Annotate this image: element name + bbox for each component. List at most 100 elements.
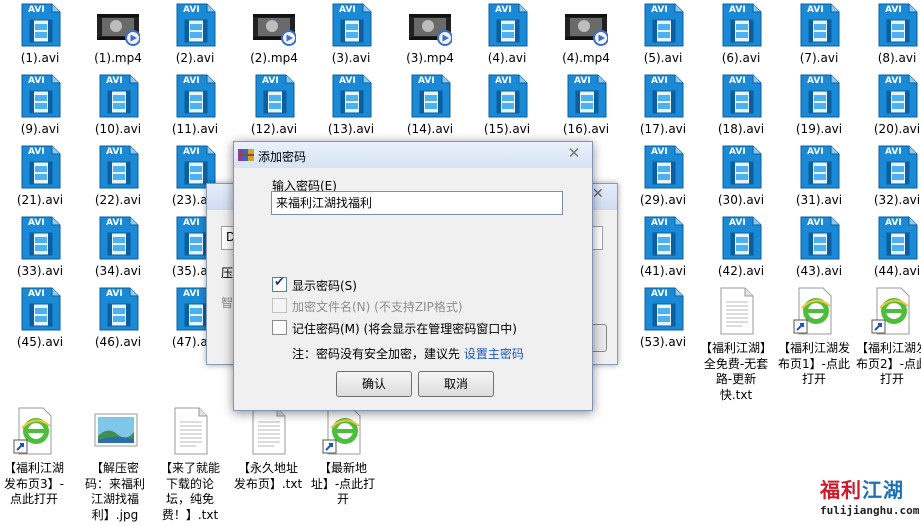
file-item[interactable]: AVI (11).avi — [160, 73, 230, 143]
file-label: (3).avi — [331, 51, 371, 65]
show-password-checkbox[interactable] — [272, 275, 287, 292]
file-item[interactable]: 【来了就能下载的论坛，纯免费！】.txt — [155, 406, 225, 526]
avi-badge: AVI — [651, 5, 668, 15]
file-label: (11).avi — [171, 122, 219, 136]
file-item[interactable]: AVI (34).avi — [83, 215, 153, 285]
file-item[interactable]: AVI (10).avi — [83, 73, 153, 143]
remember-password-checkbox[interactable] — [272, 320, 287, 335]
avi-badge: AVI — [495, 5, 512, 15]
file-item[interactable]: AVI (7).avi — [784, 2, 854, 72]
avi-badge: AVI — [28, 289, 45, 299]
file-item[interactable]: AVI (16).avi — [551, 73, 621, 143]
file-item[interactable]: 【福利江湖发布页1】-点此打开 — [778, 286, 850, 406]
avi-badge: AVI — [807, 76, 824, 86]
avi-file-icon: AVI — [18, 144, 62, 190]
file-item[interactable]: AVI (19).avi — [784, 73, 854, 143]
mp4-video-icon — [564, 2, 608, 48]
avi-file-icon: AVI — [875, 2, 919, 48]
close-icon[interactable]: ✕ — [563, 144, 585, 162]
file-item[interactable]: AVI (33).avi — [5, 215, 75, 285]
file-label: (16).avi — [562, 122, 610, 136]
avi-file-icon: AVI — [641, 144, 685, 190]
file-item[interactable]: AVI (30).avi — [706, 144, 776, 214]
avi-badge: AVI — [885, 147, 902, 157]
avi-file-icon: AVI — [96, 73, 140, 119]
file-item[interactable]: AVI (12).avi — [239, 73, 309, 143]
file-label: (10).avi — [94, 122, 142, 136]
avi-file-icon: AVI — [719, 73, 763, 119]
avi-file-icon: AVI — [719, 215, 763, 261]
file-label: (14).avi — [406, 122, 454, 136]
file-label: (5).avi — [643, 51, 683, 65]
file-item[interactable]: (1).mp4 — [83, 2, 153, 72]
file-item[interactable]: AVI (21).avi — [5, 144, 75, 214]
avi-file-icon: AVI — [797, 144, 841, 190]
file-item[interactable]: AVI (20).avi — [862, 73, 921, 143]
ok-button[interactable]: 确认 — [336, 371, 412, 397]
file-item[interactable]: AVI (31).avi — [784, 144, 854, 214]
avi-badge: AVI — [729, 5, 746, 15]
file-item[interactable]: AVI (29).avi — [628, 144, 698, 214]
avi-file-icon: AVI — [173, 73, 217, 119]
avi-badge: AVI — [729, 147, 746, 157]
file-item[interactable]: AVI (43).avi — [784, 215, 854, 285]
shortcut-icon — [321, 406, 365, 456]
file-item[interactable]: 【永久地址发布页】.txt — [233, 406, 303, 526]
file-item[interactable]: AVI (41).avi — [628, 215, 698, 285]
file-item[interactable]: AVI (2).avi — [160, 2, 230, 72]
file-label: 【最新地址】-点此打开 — [310, 461, 376, 506]
file-item[interactable]: 【福利江湖发布页2】-点此打开 — [856, 286, 921, 406]
file-item[interactable]: AVI (42).avi — [706, 215, 776, 285]
set-master-password-link[interactable]: 设置主密码 — [464, 347, 524, 361]
file-item[interactable]: AVI (5).avi — [628, 2, 698, 72]
file-item[interactable]: (3).mp4 — [395, 2, 465, 72]
avi-file-icon: AVI — [875, 215, 919, 261]
file-item[interactable]: AVI (22).avi — [83, 144, 153, 214]
avi-badge: AVI — [495, 76, 512, 86]
avi-file-icon: AVI — [252, 73, 296, 119]
avi-file-icon: AVI — [641, 286, 685, 332]
file-label: 【福利江湖发布页3】-点此打开 — [3, 461, 64, 506]
shortcut-icon — [792, 286, 836, 336]
file-item[interactable]: 【福利江湖】全免费-无套路-更新快.txt — [700, 286, 772, 406]
file-item[interactable]: AVI (32).avi — [862, 144, 921, 214]
file-item[interactable]: AVI (1).avi — [5, 2, 75, 72]
avi-file-icon: AVI — [797, 73, 841, 119]
file-label: (13).avi — [327, 122, 375, 136]
background-dialog-close-icon[interactable]: ✕ — [592, 186, 604, 202]
file-item[interactable]: AVI (44).avi — [862, 215, 921, 285]
file-item[interactable]: AVI (3).avi — [316, 2, 386, 72]
file-label: (19).avi — [795, 122, 843, 136]
avi-badge: AVI — [885, 5, 902, 15]
file-label: (33).avi — [16, 264, 64, 278]
security-note-text: 注：密码没有安全加密，建议先 — [292, 347, 464, 361]
file-item[interactable]: AVI (45).avi — [5, 286, 75, 356]
cancel-button[interactable]: 取消 — [418, 371, 494, 397]
encrypt-filenames-label: 加密文件名(N) (不支持ZIP格式) — [292, 300, 463, 314]
file-item[interactable]: AVI (18).avi — [706, 73, 776, 143]
file-item[interactable]: AVI (14).avi — [395, 73, 465, 143]
file-item[interactable]: AVI (8).avi — [862, 2, 921, 72]
file-item[interactable]: 【福利江湖发布页3】-点此打开 — [0, 406, 68, 526]
file-item[interactable]: AVI (53).avi — [628, 286, 698, 356]
file-item[interactable]: AVI (6).avi — [706, 2, 776, 72]
file-item[interactable]: AVI (15).avi — [472, 73, 542, 143]
file-label: (46).avi — [94, 335, 142, 349]
file-item[interactable]: AVI (9).avi — [5, 73, 75, 143]
text-file-icon — [246, 406, 290, 456]
file-item[interactable]: (4).mp4 — [551, 2, 621, 72]
password-input[interactable]: 来福利江湖找福利 — [271, 191, 563, 215]
file-item[interactable]: AVI (46).avi — [83, 286, 153, 356]
file-item[interactable]: AVI (13).avi — [316, 73, 386, 143]
file-item[interactable]: AVI (17).avi — [628, 73, 698, 143]
watermark-logo: 福利江湖 fulijianghu.com — [818, 474, 919, 520]
file-label: (3).mp4 — [406, 51, 454, 65]
file-item[interactable]: (2).mp4 — [239, 2, 309, 72]
avi-badge: AVI — [339, 5, 356, 15]
file-item[interactable]: 【解压密码：来福利江湖找福利】.jpg — [80, 406, 150, 526]
file-label: (4).mp4 — [562, 51, 610, 65]
avi-badge: AVI — [28, 147, 45, 157]
avi-badge: AVI — [183, 289, 200, 299]
file-item[interactable]: AVI (4).avi — [472, 2, 542, 72]
file-item[interactable]: 【最新地址】-点此打开 — [308, 406, 378, 526]
